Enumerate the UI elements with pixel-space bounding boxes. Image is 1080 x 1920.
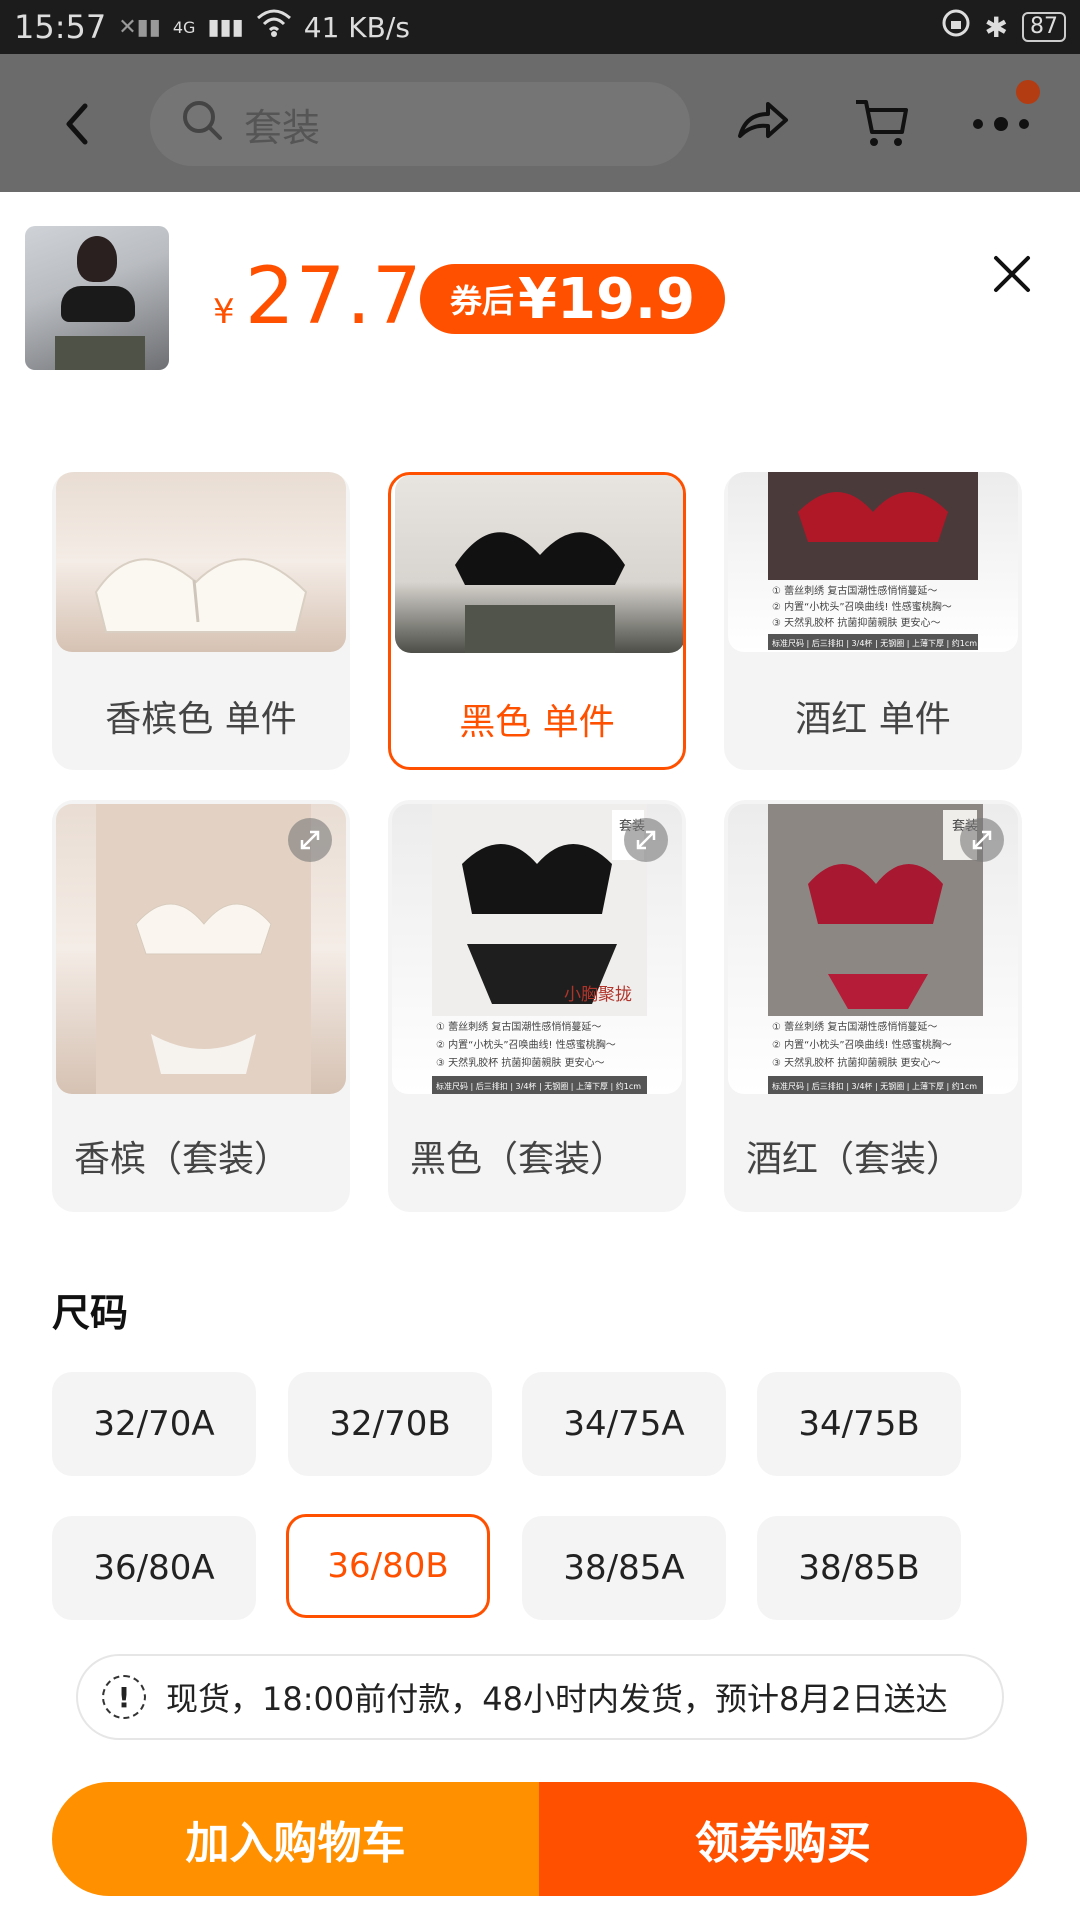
variant-image-bullet: ① 蕾丝刺绣 复古国潮性感悄悄蔓延～: [772, 1020, 937, 1033]
status-time: 15:57: [14, 8, 107, 46]
status-bar: 15:57 ✕▮▮ 4G ▮▮▮ 41 KB/s ✱ 87: [0, 0, 1080, 54]
shipping-text: 现货，18:00前付款，48小时内发货，预计8月2日送达: [166, 1680, 948, 1718]
size-option[interactable]: 32/70B: [288, 1372, 492, 1476]
lock-rotation-icon: [941, 8, 971, 46]
size-option[interactable]: 38/85A: [522, 1516, 726, 1620]
variant-option[interactable]: ① 蕾丝刺绣 复古国潮性感悄悄蔓延～ ② 内置“小枕头”召唤曲线! 性感蜜桃胸～…: [724, 472, 1022, 770]
share-button[interactable]: [732, 92, 792, 152]
share-icon: [738, 102, 788, 138]
variant-image-bullet: ③ 天然乳胶杯 抗菌抑菌親肤 更安心～: [772, 616, 941, 629]
variant-image-caption: 小胸聚拢: [564, 985, 632, 1005]
expand-image-icon[interactable]: [960, 818, 1004, 862]
top-nav: 套装: [0, 54, 1080, 192]
variant-label: 黑色 单件: [459, 702, 615, 743]
variant-option-selected[interactable]: 黑色 单件: [388, 472, 686, 770]
size-option-selected[interactable]: 36/80B: [286, 1514, 490, 1618]
product-price: 27.7: [245, 252, 423, 342]
network-type: 4G: [172, 17, 196, 37]
variant-label: 酒红（套装）: [746, 1139, 963, 1180]
variant-image-bullet: ① 蕾丝刺绣 复古国潮性感悄悄蔓延～: [772, 584, 937, 597]
wifi-icon: [256, 8, 292, 46]
network-speed: 41 KB/s: [303, 10, 410, 44]
add-to-cart-button[interactable]: 加入购物车: [52, 1782, 539, 1896]
coupon-price: ¥19.9: [518, 266, 696, 332]
cart-icon: [856, 100, 908, 146]
cart-button[interactable]: [852, 92, 912, 152]
variant-image: [395, 475, 683, 653]
coupon-price-badge: 券后 ¥19.9: [420, 264, 726, 334]
buy-now-button[interactable]: 领券购买: [539, 1782, 1027, 1896]
size-option[interactable]: 36/80A: [52, 1516, 256, 1620]
expand-image-icon[interactable]: [624, 818, 668, 862]
coupon-label: 券后: [450, 282, 515, 320]
expand-image-icon[interactable]: [288, 818, 332, 862]
info-exclamation-icon: !: [102, 1675, 146, 1719]
size-option[interactable]: 34/75B: [757, 1372, 961, 1476]
close-button[interactable]: [990, 252, 1034, 296]
size-option[interactable]: 34/75A: [522, 1372, 726, 1476]
variant-image-spec: 标准尺码 | 后三排扣 | 3/4杯 | 无钢圈 | 上薄下厚 | 约1cm: [436, 1081, 641, 1091]
variant-image-bullet: ② 内置“小枕头”召唤曲线! 性感蜜桃胸～: [436, 1038, 616, 1051]
variant-image: [56, 472, 346, 652]
variant-image-bullet: ② 内置“小枕头”召唤曲线! 性感蜜桃胸～: [772, 1038, 952, 1051]
variant-option[interactable]: 套装 ① 蕾丝刺绣 复古国潮性感悄悄蔓延～ ② 内置“小枕头”召唤曲线! 性感蜜…: [724, 800, 1022, 1212]
back-button[interactable]: [55, 94, 105, 154]
currency-symbol: ¥: [213, 292, 235, 332]
battery-indicator: 87: [1022, 12, 1066, 42]
variant-image-bullet: ③ 天然乳胶杯 抗菌抑菌親肤 更安心～: [772, 1056, 941, 1069]
notification-dot: [1016, 80, 1040, 104]
size-option[interactable]: 38/85B: [757, 1516, 961, 1620]
variant-image-bullet: ② 内置“小枕头”召唤曲线! 性感蜜桃胸～: [772, 600, 952, 613]
size-option[interactable]: 32/70A: [52, 1372, 256, 1476]
variant-image-spec: 标准尺码 | 后三排扣 | 3/4杯 | 无钢圈 | 上薄下厚 | 约1cm: [772, 1081, 977, 1091]
variant-option[interactable]: 香槟（套装）: [52, 800, 350, 1212]
variant-label: 香槟（套装）: [74, 1139, 291, 1180]
no-signal-icon: ✕▮▮: [118, 14, 161, 40]
close-icon: [994, 256, 1030, 292]
shipping-info: ! 现货，18:00前付款，48小时内发货，预计8月2日送达: [76, 1654, 1004, 1740]
variant-label: 香槟色 单件: [105, 699, 297, 740]
more-button[interactable]: [968, 92, 1029, 152]
product-thumbnail[interactable]: [25, 226, 169, 370]
search-input[interactable]: 套装: [150, 82, 690, 166]
variant-option[interactable]: 套装 小胸聚拢 ① 蕾丝刺绣 复古国潮性感悄悄蔓延～ ② 内置“小枕头”召唤曲线…: [388, 800, 686, 1212]
variant-image-bullet: ① 蕾丝刺绣 复古国潮性感悄悄蔓延～: [436, 1020, 601, 1033]
search-icon: [180, 98, 224, 151]
signal-icon: ▮▮▮: [207, 14, 244, 40]
variant-label: 酒红 单件: [795, 699, 951, 740]
variant-label: 黑色（套装）: [410, 1139, 627, 1180]
search-placeholder: 套装: [244, 105, 321, 150]
variant-image-spec: 标准尺码 | 后三排扣 | 3/4杯 | 无钢圈 | 上薄下厚 | 约1cm: [772, 638, 977, 648]
bluetooth-icon: ✱: [984, 10, 1008, 44]
variant-option[interactable]: 香槟色 单件: [52, 472, 350, 770]
variant-image: ① 蕾丝刺绣 复古国潮性感悄悄蔓延～ ② 内置“小枕头”召唤曲线! 性感蜜桃胸～…: [728, 472, 1018, 652]
size-section-title: 尺码: [52, 1291, 129, 1335]
sku-sheet: ¥ 27.7 券后 ¥19.9 香槟色 单件 黑色 单件 ① 蕾丝刺绣 复古国潮…: [0, 192, 1080, 1920]
variant-image-bullet: ③ 天然乳胶杯 抗菌抑菌親肤 更安心～: [436, 1056, 605, 1069]
